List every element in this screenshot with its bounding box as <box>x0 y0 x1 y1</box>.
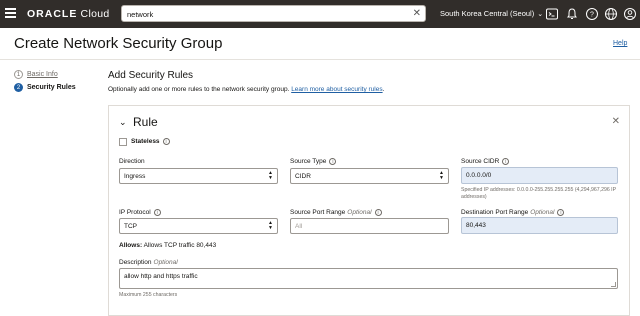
description-hint: Maximum 255 characters <box>119 292 178 298</box>
allows-summary: Allows: Allows TCP traffic 80,443 <box>119 242 217 249</box>
help-link[interactable]: Help <box>613 40 627 47</box>
stateless-label: Stateless i <box>131 138 170 145</box>
source-type-select[interactable]: CIDR ▲ ▼ <box>290 168 449 184</box>
page-title: Create Network Security Group <box>14 35 223 52</box>
close-icon[interactable]: ✕ <box>612 116 620 127</box>
source-port-range-label: Source Port Range Optional i <box>290 209 382 216</box>
direction-select[interactable]: Ingress ▲ ▼ <box>119 168 278 184</box>
info-icon[interactable]: i <box>502 158 510 165</box>
destination-port-range-label: Destination Port Range Optional i <box>461 209 565 216</box>
ip-protocol-label: IP Protocol i <box>119 209 161 216</box>
header-divider <box>0 59 640 60</box>
oracle-cloud-logo[interactable]: ORACLE Cloud <box>27 8 110 20</box>
rule-card: ⌄ Rule ✕ Stateless i Direction Ingress ▲ ▼… <box>108 105 630 316</box>
search-input[interactable] <box>127 9 407 19</box>
step-label: Basic Info <box>27 71 58 78</box>
globe-icon[interactable] <box>604 7 618 21</box>
select-arrows-icon: ▲ ▼ <box>268 170 273 181</box>
select-arrows-icon: ▲ ▼ <box>268 220 273 231</box>
stateless-checkbox[interactable] <box>119 138 127 146</box>
info-icon[interactable]: i <box>153 209 161 216</box>
chevron-down-icon: ⌄ <box>537 11 544 18</box>
source-port-range-input[interactable]: All <box>290 218 449 234</box>
info-icon[interactable]: i <box>557 209 565 216</box>
step-label: Security Rules <box>27 84 76 91</box>
step-number: 2 <box>14 83 23 92</box>
source-type-label: Source Type i <box>290 158 337 165</box>
rule-title: Rule <box>133 115 158 129</box>
ip-protocol-select[interactable]: TCP ▲ ▼ <box>119 218 278 234</box>
chevron-down-icon[interactable]: ⌄ <box>119 117 127 128</box>
region-name: South Korea Central (Seoul) <box>440 9 535 18</box>
bell-icon[interactable] <box>565 7 579 21</box>
direction-label: Direction <box>119 158 145 165</box>
section-description: Optionally add one or more rules to the … <box>108 86 385 93</box>
search-box: ✕ <box>121 5 426 22</box>
hamburger-menu-icon[interactable] <box>5 8 16 18</box>
step-security-rules[interactable]: 2 Security Rules <box>14 83 76 92</box>
source-cidr-input[interactable]: 0.0.0.0/0 <box>461 167 618 184</box>
source-cidr-hint: Specified IP addresses: 0.0.0.0-255.255.… <box>461 187 616 200</box>
step-number: 1 <box>14 70 23 79</box>
description-label: Description Optional <box>119 259 178 266</box>
info-icon[interactable]: i <box>162 138 170 145</box>
cloud-shell-icon[interactable] <box>545 7 559 21</box>
destination-port-range-input[interactable]: 80,443 <box>461 217 618 234</box>
clear-search-icon[interactable]: ✕ <box>413 8 421 20</box>
info-icon[interactable]: i <box>374 209 382 216</box>
help-icon[interactable]: ? <box>585 7 599 21</box>
resize-handle-icon[interactable] <box>611 282 616 287</box>
svg-text:?: ? <box>590 12 594 19</box>
learn-more-link[interactable]: Learn more about security rules <box>291 86 382 93</box>
select-arrows-icon: ▲ ▼ <box>439 170 444 181</box>
info-icon[interactable]: i <box>329 158 337 165</box>
profile-icon[interactable] <box>623 7 637 21</box>
section-title: Add Security Rules <box>108 70 194 81</box>
top-navigation-bar: ORACLE Cloud ✕ South Korea Central (Seou… <box>0 0 640 28</box>
source-cidr-label: Source CIDR i <box>461 158 510 165</box>
description-textarea[interactable]: allow http and https traffic <box>119 268 618 289</box>
region-selector[interactable]: South Korea Central (Seoul) ⌄ <box>440 9 543 18</box>
step-basic-info[interactable]: 1 Basic Info <box>14 70 58 79</box>
